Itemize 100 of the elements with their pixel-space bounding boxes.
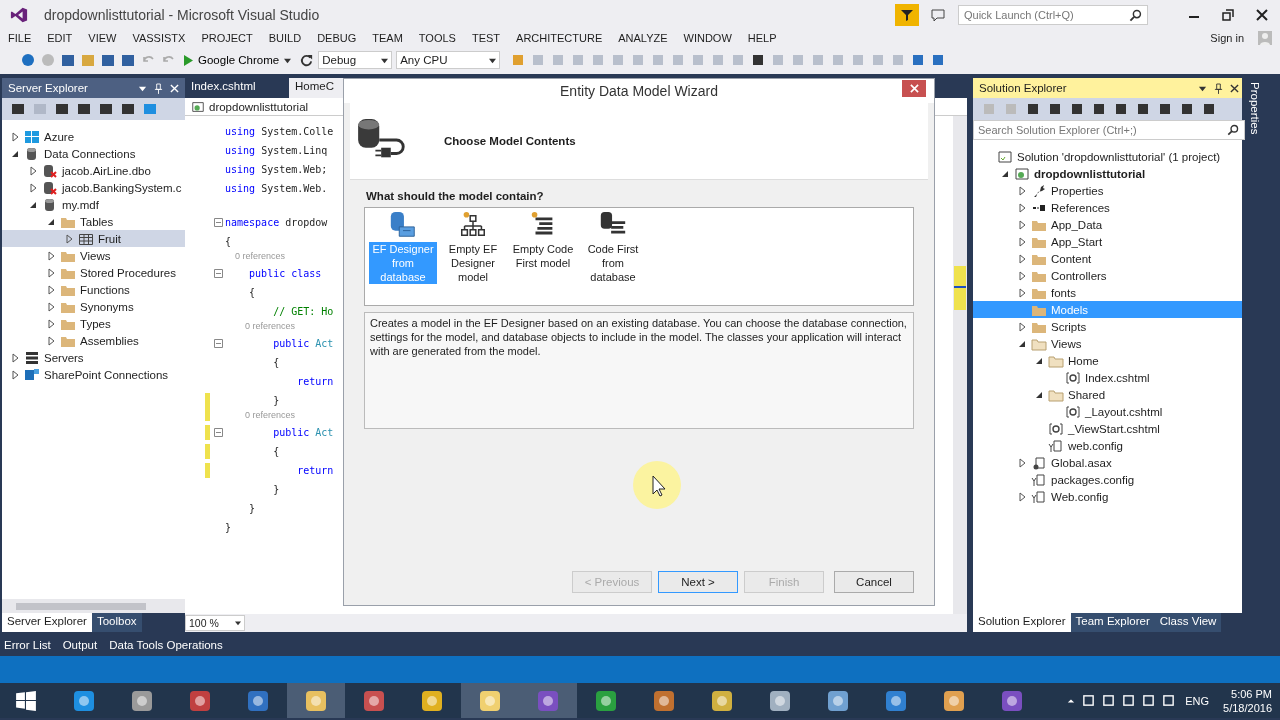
tree-item[interactable]: App_Data: [973, 216, 1245, 233]
app-icon[interactable]: [362, 688, 386, 713]
tree-item[interactable]: Assemblies: [2, 332, 185, 349]
back-icon[interactable]: [20, 52, 36, 68]
tool-window-tab[interactable]: Error List: [4, 639, 51, 651]
tool-window-tab[interactable]: Data Tools Operations: [109, 639, 223, 651]
tool-window-tab[interactable]: Output: [62, 639, 98, 651]
clock[interactable]: 5:06 PM 5/18/2016: [1223, 686, 1272, 715]
tree-item[interactable]: dropdownlisttutorial: [973, 165, 1245, 182]
feedback-icon[interactable]: [930, 7, 946, 23]
expander-icon[interactable]: [28, 165, 38, 176]
app-icon[interactable]: [768, 688, 792, 713]
app-icon[interactable]: [304, 688, 328, 713]
toolbar-icon[interactable]: [1135, 101, 1151, 117]
refresh-icon[interactable]: [299, 52, 315, 68]
panel-tab[interactable]: Toolbox: [91, 613, 142, 632]
search-field[interactable]: Search Solution Explorer (Ctrl+;): [973, 120, 1245, 140]
document-tab[interactable]: Index.cshtml: [185, 78, 287, 98]
tray-icon[interactable]: [1082, 694, 1096, 707]
scrollbar-thumb[interactable]: [16, 602, 146, 610]
properties-tab[interactable]: Properties: [1249, 82, 1261, 142]
menu-item[interactable]: VASSISTX: [132, 32, 194, 44]
tree-item[interactable]: Scripts: [973, 318, 1245, 335]
close-button[interactable]: [902, 80, 926, 97]
save-all-icon[interactable]: [120, 52, 136, 68]
tree-item[interactable]: Solution 'dropdownlisttutorial' (1 project): [973, 148, 1245, 165]
tree-item[interactable]: Fruit: [2, 230, 185, 247]
menu-item[interactable]: DEBUG: [317, 32, 365, 44]
app-icon[interactable]: [652, 688, 676, 713]
expander-icon[interactable]: [46, 301, 56, 312]
expander-icon[interactable]: [46, 284, 56, 295]
toolbar-icon[interactable]: [54, 101, 70, 117]
expander-icon[interactable]: [1017, 270, 1027, 281]
collapse-icon[interactable]: [214, 269, 223, 278]
model-type-option[interactable]: Empty EF Designer model: [439, 210, 507, 303]
tree-item[interactable]: Servers: [2, 349, 185, 366]
close-icon[interactable]: [1230, 83, 1239, 93]
configuration-dropdown[interactable]: Debug: [318, 51, 393, 69]
tree-item[interactable]: my.mdf: [2, 196, 185, 213]
tree-item[interactable]: _Layout.cshtml: [973, 403, 1245, 420]
app-icon[interactable]: [710, 688, 734, 713]
menu-item[interactable]: ARCHITECTURE: [516, 32, 611, 44]
tree-item[interactable]: App_Start: [973, 233, 1245, 250]
panel-tab[interactable]: Server Explorer: [2, 613, 92, 632]
run-button[interactable]: Google Chrome: [180, 54, 296, 66]
tree-item[interactable]: SharePoint Connections: [2, 366, 185, 383]
zoom-dropdown[interactable]: 100 %: [185, 615, 245, 631]
expander-icon[interactable]: [10, 131, 20, 142]
menu-item[interactable]: VIEW: [88, 32, 125, 44]
tree-item[interactable]: Views: [973, 335, 1245, 352]
menu-item[interactable]: TOOLS: [418, 32, 464, 44]
panel-tab[interactable]: Solution Explorer: [973, 613, 1071, 632]
menu-item[interactable]: PROJECT: [201, 32, 261, 44]
tree-item[interactable]: Content: [973, 250, 1245, 267]
expander-icon[interactable]: [1017, 219, 1027, 230]
tray-icon[interactable]: [1102, 694, 1116, 707]
start-icon[interactable]: [15, 689, 37, 712]
toolbar-icon[interactable]: [76, 101, 92, 117]
toolbar-icon[interactable]: [98, 101, 114, 117]
tree-item[interactable]: Shared: [973, 386, 1245, 403]
expander-icon[interactable]: [10, 369, 20, 380]
platform-dropdown[interactable]: Any CPU: [396, 51, 501, 69]
app-icon[interactable]: [942, 688, 966, 713]
app-icon[interactable]: [72, 688, 96, 713]
menu-item[interactable]: BUILD: [268, 32, 310, 44]
quick-launch-field[interactable]: Quick Launch (Ctrl+Q): [958, 5, 1148, 25]
tree-item[interactable]: packages.config: [973, 471, 1245, 488]
collapse-icon[interactable]: [214, 428, 223, 437]
expander-icon[interactable]: [1017, 491, 1027, 502]
dialog-button[interactable]: Cancel: [834, 571, 914, 593]
toolbar-icon[interactable]: [10, 101, 26, 117]
expander-icon[interactable]: [1017, 202, 1027, 213]
expander-icon[interactable]: [46, 250, 56, 261]
app-icon[interactable]: [188, 688, 212, 713]
app-icon[interactable]: [246, 688, 270, 713]
tree-item[interactable]: web.config: [973, 437, 1245, 454]
tree-item[interactable]: Web.config: [973, 488, 1245, 505]
sign-in-link[interactable]: Sign in: [1210, 32, 1244, 44]
tree-item[interactable]: Global.asax: [973, 454, 1245, 471]
menu-item[interactable]: HELP: [747, 32, 785, 44]
menu-item[interactable]: TEST: [471, 32, 509, 44]
tree-item[interactable]: Controllers: [973, 267, 1245, 284]
close-icon[interactable]: [1256, 9, 1268, 21]
expander-icon[interactable]: [28, 182, 38, 193]
tree-item[interactable]: jacob.BankingSystem.c: [2, 179, 185, 196]
dialog-button[interactable]: Next >: [658, 571, 738, 593]
model-type-option[interactable]: Code First from database: [579, 210, 647, 303]
collapse-icon[interactable]: [214, 218, 223, 227]
app-icon[interactable]: [478, 688, 502, 713]
tree-item[interactable]: Data Connections: [2, 145, 185, 162]
new-project-icon[interactable]: [60, 52, 76, 68]
tray-icon[interactable]: [1162, 694, 1176, 707]
tray-icon[interactable]: [1122, 694, 1136, 707]
toolbar-icon[interactable]: [1201, 101, 1217, 117]
filter-icon[interactable]: [894, 4, 920, 26]
expander-icon[interactable]: [10, 352, 20, 363]
app-icon[interactable]: [826, 688, 850, 713]
tree-item[interactable]: Functions: [2, 281, 185, 298]
tree-item[interactable]: fonts: [973, 284, 1245, 301]
tree-item[interactable]: Synonyms: [2, 298, 185, 315]
